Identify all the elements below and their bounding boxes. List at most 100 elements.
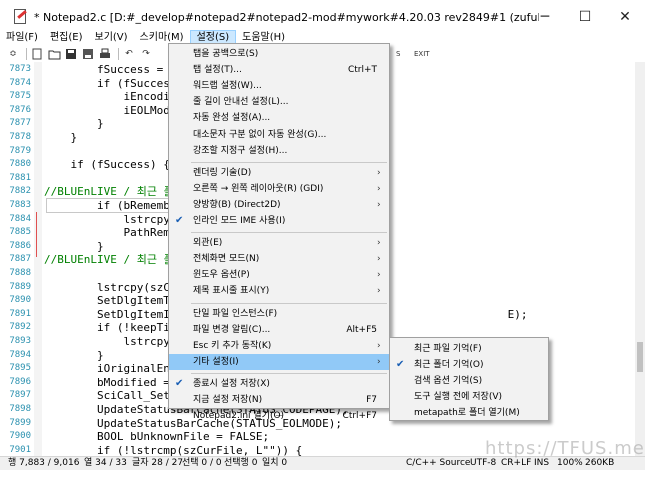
settings-menu-item[interactable]: 탭을 공백으로(S) <box>169 46 389 62</box>
settings-menu-item[interactable]: 기타 설정(I) › <box>169 353 389 370</box>
menu-item-shortcut: Ctrl+F7 <box>342 411 377 422</box>
menu-item-shortcut: Alt+F5 <box>346 324 377 335</box>
submenu-arrow-icon: › <box>377 286 381 297</box>
open-folder-icon[interactable] <box>47 48 61 61</box>
notepad2-window: * Notepad2.c [D:#_develop#notepad2#notep… <box>0 0 645 480</box>
menu-item-label: 대소문자 구분 없이 자동 완성(G)... <box>193 129 327 140</box>
menu-item-label: 종료시 설정 저장(X) <box>193 378 270 389</box>
settings-menu-item[interactable]: 강조할 지정구 설정(H)... <box>169 143 389 159</box>
submenu-arrow-icon: › <box>377 340 381 351</box>
settings-menu-item[interactable]: ✔ 종료시 설정 저장(X) <box>169 376 389 392</box>
code-text: if (!lstrcmp(szCurFile, L"")) { <box>44 443 303 456</box>
menu-file[interactable]: 파일(F) <box>0 30 44 45</box>
status-lexer[interactable]: C/C++ Source <box>406 457 470 470</box>
redo-icon[interactable]: ↷ <box>139 48 153 61</box>
submenu-arrow-icon: › <box>377 238 381 249</box>
minimize-button[interactable]: ─ <box>525 0 565 34</box>
menu-item-label: 워드랩 설정(W)... <box>193 81 262 92</box>
toolbar-s-label[interactable]: S <box>396 46 400 62</box>
print-icon[interactable] <box>98 48 112 61</box>
line-number: 7901 <box>9 444 31 455</box>
toolbar-separator <box>118 48 119 60</box>
submenu-arrow-icon: › <box>377 254 381 265</box>
settings-menu-item[interactable]: 지금 설정 저장(N) F7 <box>169 392 389 408</box>
settings-menu-item[interactable]: ✔ 인라인 모드 IME 사용(I) <box>169 213 389 229</box>
checkmark-icon: ✔ <box>396 359 405 370</box>
settings-menu-item[interactable]: 전체화면 모드(N) › <box>169 251 389 267</box>
undo-icon[interactable]: ↶ <box>122 48 136 61</box>
close-button[interactable]: ✕ <box>605 0 645 34</box>
menu-item-label: 인라인 모드 IME 사용(I) <box>193 216 286 226</box>
new-file-icon[interactable] <box>30 48 44 61</box>
notepad-app-icon <box>12 9 28 25</box>
status-column: 열 34 / 33 <box>84 458 127 468</box>
settings-menu-item[interactable]: 자동 완성 설정(A)... <box>169 110 389 126</box>
submenu-arrow-icon: › <box>377 356 381 367</box>
settings-menu: 탭을 공백으로(S) 탭 설정(T)... Ctrl+T 워드랩 설정(W)... 줄 … <box>168 43 390 421</box>
settings-menu-item[interactable]: 제목 표시줄 표시(Y) › <box>169 283 389 299</box>
menu-item-label: metapath로 폴더 열기(M) <box>414 408 520 418</box>
settings-menu-item[interactable]: 파일 변경 알림(C)... Alt+F5 <box>169 322 389 338</box>
settings-menu-item[interactable]: 탭 설정(T)... Ctrl+T <box>169 62 389 78</box>
other-submenu-item[interactable]: 최근 파일 기억(F) <box>390 341 548 357</box>
other-submenu-item[interactable]: metapath로 폴더 열기(M) <box>390 405 548 421</box>
toolbar-separator <box>26 48 27 60</box>
save-icon[interactable] <box>64 48 78 61</box>
menu-separator <box>191 372 387 374</box>
menu-item-label: 제목 표시줄 표시(Y) <box>193 286 270 297</box>
settings-menu-item[interactable]: 줄 길이 안내선 설정(L)... <box>169 94 389 110</box>
submenu-arrow-icon: › <box>377 199 381 210</box>
checkmark-icon: ✔ <box>175 215 184 226</box>
status-char: 글자 28 / 27 <box>132 458 184 468</box>
menu-item-label: 윈도우 옵션(P) <box>193 270 250 281</box>
menu-item-label: 양방향(B) (Direct2D) <box>193 199 281 210</box>
toolbar-exit-button[interactable]: EXIT <box>414 46 430 62</box>
menu-item-label: 오른쪽 → 왼쪽 레이아웃(R) (GDI) <box>193 183 324 194</box>
settings-menu-item[interactable]: 단일 파일 인스턴스(F) <box>169 306 389 322</box>
vertical-scrollbar[interactable] <box>635 62 645 456</box>
window-title: * Notepad2.c [D:#_develop#notepad2#notep… <box>34 11 539 24</box>
save-as-icon[interactable] <box>81 48 95 61</box>
menu-view[interactable]: 보기(V) <box>89 30 134 45</box>
menu-item-label: Notepad2.ini 열기(O) <box>193 411 285 422</box>
other-submenu-item[interactable]: ✔ 최근 폴더 기억(O) <box>390 357 548 373</box>
settings-menu-item[interactable]: Esc 키 추가 동작(K) › <box>169 338 389 354</box>
settings-menu-item[interactable]: 렌더링 기술(D) › <box>169 165 389 181</box>
settings-menu-item[interactable]: 대소문자 구분 없이 자동 완성(G)... <box>169 127 389 143</box>
menu-item-label: 최근 파일 기억(F) <box>414 344 482 354</box>
menu-item-shortcut: Ctrl+T <box>347 65 377 76</box>
other-submenu-item[interactable]: 검색 옵션 기억(S) <box>390 373 548 389</box>
settings-menu-item[interactable]: 외관(E) › <box>169 235 389 251</box>
menu-item-label: 전체화면 모드(N) <box>193 254 260 265</box>
menu-item-label: 렌더링 기술(D) <box>193 167 252 178</box>
menu-item-label: Esc 키 추가 동작(K) <box>193 340 272 351</box>
other-submenu-item[interactable]: 도구 실행 전에 저장(V) <box>390 389 548 405</box>
maximize-button[interactable]: ☐ <box>565 0 605 34</box>
menu-edit[interactable]: 편집(E) <box>44 30 89 45</box>
watermark-text: https://TFUS.me <box>485 438 645 459</box>
settings-menu-item[interactable]: 양방향(B) (Direct2D) › <box>169 197 389 213</box>
scrollbar-thumb[interactable] <box>637 342 643 372</box>
settings-menu-item[interactable]: 윈도우 옵션(P) › <box>169 267 389 283</box>
menu-item-label: 도구 실행 전에 저장(V) <box>414 392 503 402</box>
submenu-arrow-icon: › <box>377 270 381 281</box>
menu-item-label: 탭 설정(T)... <box>193 65 242 76</box>
menu-separator <box>191 161 387 163</box>
status-selection: 선택 0 / 0 <box>182 458 222 468</box>
menu-item-label: 지금 설정 저장(N) <box>193 395 263 405</box>
menu-separator <box>191 302 387 304</box>
toolbar-menu-icon[interactable]: ≎ <box>6 48 20 61</box>
checkmark-icon: ✔ <box>175 377 184 389</box>
settings-menu-item[interactable]: Notepad2.ini 열기(O) Ctrl+F7 <box>169 408 389 424</box>
status-line-position: 행 7,883 / 9,016 <box>8 458 80 468</box>
menu-item-label: 검색 옵션 기억(S) <box>414 376 483 386</box>
settings-menu-item[interactable]: 오른쪽 → 왼쪽 레이아웃(R) (GDI) › <box>169 181 389 197</box>
menu-item-label: 파일 변경 알림(C)... <box>193 324 271 335</box>
menu-item-label: 강조할 지정구 설정(H)... <box>193 145 288 156</box>
menu-item-label: 기타 설정(I) <box>193 356 239 367</box>
settings-menu-item[interactable]: 워드랩 설정(W)... <box>169 78 389 94</box>
menu-item-label: 탭을 공백으로(S) <box>193 49 259 59</box>
menu-item-label: 자동 완성 설정(A)... <box>193 113 271 124</box>
menu-item-label: 단일 파일 인스턴스(F) <box>193 308 278 319</box>
submenu-arrow-icon: › <box>377 183 381 194</box>
